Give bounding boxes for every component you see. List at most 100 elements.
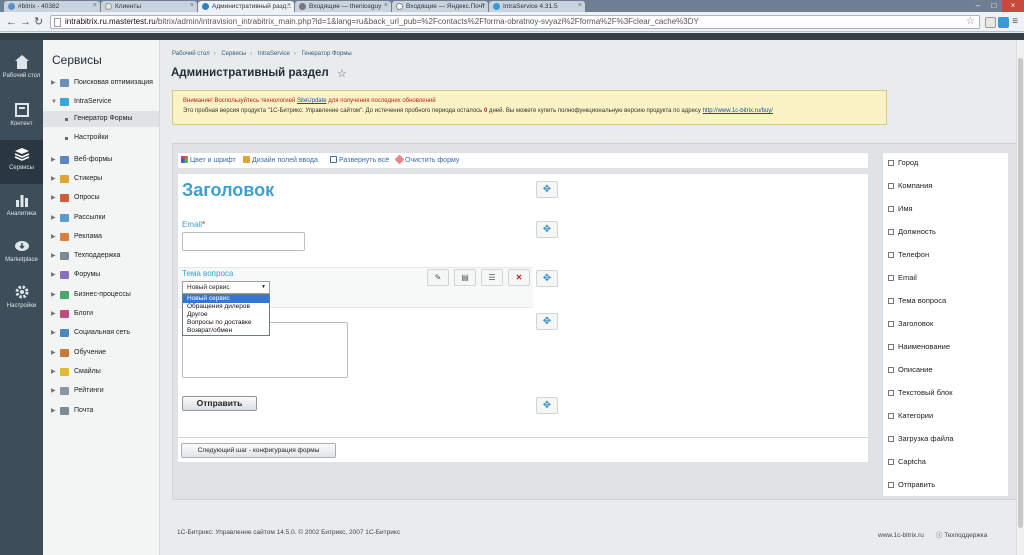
services-menu-item[interactable]: ▶ Веб-формы (51, 152, 159, 168)
browser-tab[interactable]: Входящие — theniceguy × (295, 1, 391, 12)
palette-field-item[interactable]: Имя (888, 204, 1006, 214)
window-close-icon[interactable]: × (1002, 0, 1024, 12)
chevron-right-icon[interactable]: ▶ (51, 248, 56, 264)
palette-field-item[interactable]: Компания (888, 181, 1006, 191)
favorite-star-icon[interactable]: ☆ (337, 67, 347, 80)
services-menu-item[interactable]: ▶ Рейтинги (51, 383, 159, 399)
nav-analytics[interactable]: Аналитика (0, 186, 43, 230)
email-field[interactable] (182, 232, 305, 251)
url-input[interactable]: intrabitrix.ru.mastertest.ru/bitrix/admi… (50, 15, 980, 29)
scrollbar-thumb[interactable] (1018, 58, 1023, 528)
chevron-right-icon[interactable]: ▶ (51, 383, 56, 399)
palette-field-item[interactable]: Текстовый блок (888, 388, 1006, 398)
add-field-button[interactable]: ✥ (536, 221, 558, 238)
dropdown-option[interactable]: Возврат/обмен (183, 327, 269, 335)
chevron-right-icon[interactable]: ▶ (51, 229, 56, 245)
tab-close-icon[interactable]: × (287, 2, 291, 9)
palette-field-item[interactable]: Телефон (888, 250, 1006, 260)
color-font-tool[interactable]: Цвет и шрифт (181, 156, 236, 164)
dropdown-option[interactable]: Обращения дилеров (183, 303, 269, 311)
field-layout-button[interactable]: ▤ (454, 269, 476, 286)
dropdown-option[interactable]: Новый сервис (183, 295, 269, 303)
breadcrumb-item[interactable]: Сервисы (221, 51, 246, 57)
chevron-right-icon[interactable]: ▶ (51, 190, 56, 206)
next-step-button[interactable]: Следующий шаг - конфигурация формы (181, 443, 336, 458)
services-menu-item[interactable]: ▶ Опросы (51, 190, 159, 206)
add-field-button[interactable]: ✥ (536, 397, 558, 414)
browser-tab[interactable]: Клиенты × (101, 1, 197, 12)
services-menu-item[interactable]: ▶ Техподдержка (51, 248, 159, 264)
form-title[interactable]: Заголовок (182, 180, 274, 201)
breadcrumb-item[interactable]: IntraService (258, 51, 290, 57)
palette-field-item[interactable]: Наименование (888, 342, 1006, 352)
services-menu-item[interactable]: ▶ Бизнес-процессы (51, 287, 159, 303)
browser-menu-icon[interactable]: ≡ (1012, 16, 1018, 27)
edit-field-button[interactable]: ✎ (427, 269, 449, 286)
add-field-button[interactable]: ✥ (536, 270, 558, 287)
tab-close-icon[interactable]: × (481, 2, 485, 9)
nav-content[interactable]: Контент (0, 96, 43, 140)
extension-icon[interactable] (998, 17, 1009, 28)
topic-select[interactable]: Новый сервис ▼ (182, 281, 270, 294)
footer-site-link[interactable]: www.1c-bitrix.ru (878, 532, 924, 539)
browser-tab-active[interactable]: Административный разд... × (198, 1, 294, 12)
palette-field-item[interactable]: Город (888, 158, 1006, 168)
add-field-button[interactable]: ✥ (536, 313, 558, 330)
services-submenu-item[interactable]: Генератор Формы (43, 110, 159, 127)
dropdown-option[interactable]: Вопросы по доставке (183, 319, 269, 327)
chevron-right-icon[interactable]: ▶ (51, 287, 56, 303)
field-design-tool[interactable]: Дизайн полей ввода (243, 156, 318, 164)
services-menu-item[interactable]: ▶ Реклама (51, 229, 159, 245)
palette-field-item[interactable]: Тема вопроса (888, 296, 1006, 306)
expand-all-tool[interactable]: Развернуть всё (330, 156, 389, 164)
services-menu-item[interactable]: ▶ Форумы (51, 267, 159, 283)
chevron-right-icon[interactable]: ▶ (51, 306, 56, 322)
maximize-icon[interactable]: □ (986, 0, 1002, 12)
services-menu-item[interactable]: ▶ Обучение (51, 345, 159, 361)
bookmark-star-icon[interactable]: ☆ (966, 16, 975, 28)
chevron-right-icon[interactable]: ▶ (51, 171, 56, 187)
nav-marketplace[interactable]: Marketplace (0, 232, 43, 276)
delete-field-button[interactable]: ✕ (508, 269, 530, 286)
add-field-button[interactable]: ✥ (536, 181, 558, 198)
siteupdate-link[interactable]: SiteUpdate (297, 98, 327, 104)
chevron-right-icon[interactable]: ▶ (51, 210, 56, 226)
field-options-button[interactable]: ☰ (481, 269, 503, 286)
submit-button[interactable]: Отправить (182, 396, 257, 411)
chevron-right-icon[interactable]: ▶ (51, 267, 56, 283)
footer-help-link[interactable]: ⓘ Техподдержка (936, 532, 987, 539)
chevron-down-icon[interactable]: ▼ (51, 94, 57, 110)
palette-field-item[interactable]: Должность (888, 227, 1006, 237)
chevron-right-icon[interactable]: ▶ (51, 75, 56, 91)
tab-close-icon[interactable]: × (578, 2, 582, 9)
services-menu-item[interactable]: ▶ Почта (51, 403, 159, 419)
services-menu-item[interactable]: ▶ Смайлы (51, 364, 159, 380)
palette-field-item[interactable]: Captcha (888, 457, 1006, 467)
dropdown-option[interactable]: Другое (183, 311, 269, 319)
services-submenu-item[interactable]: Настройки (43, 130, 159, 146)
services-menu-item[interactable]: ▶ Стикеры (51, 171, 159, 187)
clear-form-tool[interactable]: Очистить форму (394, 154, 459, 165)
back-arrow-icon[interactable]: ← (6, 16, 17, 28)
chevron-right-icon[interactable]: ▶ (51, 345, 56, 361)
tab-close-icon[interactable]: × (190, 2, 194, 9)
palette-field-item[interactable]: Загрузка файла (888, 434, 1006, 444)
forward-arrow-icon[interactable]: → (20, 16, 31, 28)
breadcrumb-item[interactable]: Рабочий стол (172, 51, 210, 57)
chevron-right-icon[interactable]: ▶ (51, 152, 56, 168)
minimize-icon[interactable]: – (970, 0, 986, 12)
chevron-right-icon[interactable]: ▶ (51, 325, 56, 341)
nav-desktop[interactable]: Рабочий стол (0, 48, 43, 92)
browser-tab[interactable]: IntraService 4.31.5 × (489, 1, 585, 12)
chevron-right-icon[interactable]: ▶ (51, 364, 56, 380)
palette-field-item[interactable]: Email (888, 273, 1006, 283)
palette-field-item[interactable]: Категории (888, 411, 1006, 421)
services-menu-item[interactable]: ▶ Поисковая оптимизация (51, 75, 159, 91)
buy-link[interactable]: http://www.1c-bitrix.ru/buy/ (703, 108, 773, 114)
browser-tab[interactable]: #bitrix - 40382 × (4, 1, 100, 12)
services-menu-item[interactable]: ▶ Социальная сеть (51, 325, 159, 341)
page-scrollbar[interactable] (1016, 40, 1024, 555)
services-menu-item[interactable]: ▶ Блоги (51, 306, 159, 322)
reload-icon[interactable]: ↻ (34, 16, 43, 28)
palette-field-item[interactable]: Отправить (888, 480, 1006, 490)
